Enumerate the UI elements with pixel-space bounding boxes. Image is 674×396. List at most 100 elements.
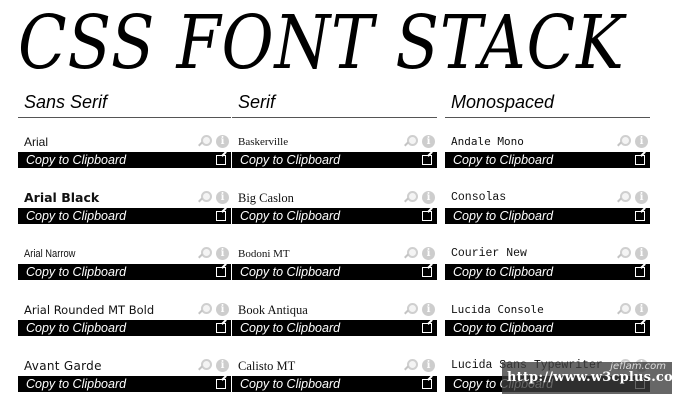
external-link-icon [422,211,432,221]
copy-label: Copy to Clipboard [453,265,554,279]
magnifier-icon[interactable] [616,247,631,260]
font-item-icons: i [616,303,648,317]
copy-to-clipboard-button[interactable]: Copy to Clipboard [445,152,650,168]
font-item-big-caslon: Big Caslon i Copy to Clipboard [232,189,437,229]
magnifier-icon[interactable] [403,135,418,148]
copy-to-clipboard-button[interactable]: Copy to Clipboard [18,264,231,280]
magnifier-icon[interactable] [197,135,212,148]
font-name: Arial Black [24,190,100,205]
copy-label: Copy to Clipboard [240,265,341,279]
external-link-icon [635,323,645,333]
copy-to-clipboard-button[interactable]: Copy to Clipboard [232,208,437,224]
copy-to-clipboard-button[interactable]: Copy to Clipboard [445,208,650,224]
font-item-icons: i [197,247,229,261]
magnifier-icon[interactable] [197,359,212,372]
copy-to-clipboard-button[interactable]: Copy to Clipboard [18,208,231,224]
info-icon[interactable]: i [216,359,229,372]
copy-to-clipboard-button[interactable]: Copy to Clipboard [445,320,650,336]
magnifier-icon[interactable] [616,191,631,204]
copy-to-clipboard-button[interactable]: Copy to Clipboard [232,320,437,336]
font-item-courier-new: Courier New i Copy to Clipboard [445,245,650,285]
font-item-arial-rounded-mt-bold: Arial Rounded MT Bold i Copy to Clipboar… [18,301,231,341]
font-name: Lucida Console [451,303,544,316]
info-icon[interactable]: i [422,135,435,148]
external-link-icon [422,155,432,165]
info-icon[interactable]: i [635,247,648,260]
copy-label: Copy to Clipboard [240,153,341,167]
font-name: Baskerville [238,136,289,148]
info-icon[interactable]: i [216,303,229,316]
copy-to-clipboard-button[interactable]: Copy to Clipboard [18,376,231,392]
info-icon[interactable]: i [635,135,648,148]
column-monospaced: Monospaced Andale Mono i Copy to Clipboa… [445,90,650,392]
copy-label: Copy to Clipboard [453,209,554,223]
magnifier-icon[interactable] [197,191,212,204]
copy-to-clipboard-button[interactable]: Copy to Clipboard [232,264,437,280]
magnifier-icon[interactable] [403,247,418,260]
font-item-avant-garde: Avant Garde i Copy to Clipboard [18,357,231,396]
external-link-icon [216,155,226,165]
font-name: Calisto MT [238,359,296,373]
font-item-icons: i [403,303,435,317]
font-item-icons: i [197,135,229,149]
font-name: Big Caslon [238,191,294,205]
copy-label: Copy to Clipboard [26,321,127,335]
font-item-consolas: Consolas i Copy to Clipboard [445,189,650,229]
font-item-arial: Arial i Copy to Clipboard [18,133,231,173]
info-icon[interactable]: i [216,135,229,148]
magnifier-icon[interactable] [616,135,631,148]
info-icon[interactable]: i [422,247,435,260]
info-icon[interactable]: i [635,303,648,316]
copy-label: Copy to Clipboard [453,321,554,335]
info-icon[interactable]: i [422,359,435,372]
font-item-icons: i [403,247,435,261]
magnifier-icon[interactable] [197,303,212,316]
page-title: CSS FONT STACK [18,0,625,86]
font-name: Arial Rounded MT Bold [24,303,155,317]
copy-to-clipboard-button[interactable]: Copy to Clipboard [18,152,231,168]
copy-to-clipboard-button[interactable]: Copy to Clipboard [445,264,650,280]
external-link-icon [216,379,226,389]
external-link-icon [216,211,226,221]
font-item-icons: i [616,191,648,205]
font-item-icons: i [616,247,648,261]
copy-label: Copy to Clipboard [240,321,341,335]
font-item-icons: i [197,303,229,317]
font-item-arial-narrow: Arial Narrow i Copy to Clipboard [18,245,231,285]
font-name: Avant Garde [24,359,102,373]
font-item-book-antiqua: Book Antiqua i Copy to Clipboard [232,301,437,341]
copy-to-clipboard-button[interactable]: Copy to Clipboard [232,376,437,392]
copy-to-clipboard-button[interactable]: Copy to Clipboard [232,152,437,168]
column-heading: Sans Serif [18,90,231,118]
external-link-icon [216,267,226,277]
info-icon[interactable]: i [216,191,229,204]
copy-label: Copy to Clipboard [26,153,127,167]
font-item-bodoni-mt: Bodoni MT i Copy to Clipboard [232,245,437,285]
info-icon[interactable]: i [422,191,435,204]
magnifier-icon[interactable] [403,191,418,204]
font-item-lucida-console: Lucida Console i Copy to Clipboard [445,301,650,341]
magnifier-icon[interactable] [616,303,631,316]
font-name: Bodoni MT [238,248,290,260]
font-item-icons: i [403,135,435,149]
copy-label: Copy to Clipboard [26,209,127,223]
magnifier-icon[interactable] [403,303,418,316]
font-item-icons: i [616,135,648,149]
font-item-calisto-mt: Calisto MT i Copy to Clipboard [232,357,437,396]
font-item-icons: i [403,191,435,205]
copy-label: Copy to Clipboard [240,209,341,223]
external-link-icon [635,211,645,221]
external-link-icon [422,323,432,333]
copy-label: Copy to Clipboard [453,153,554,167]
font-item-andale-mono: Andale Mono i Copy to Clipboard [445,133,650,173]
info-icon[interactable]: i [422,303,435,316]
copy-label: Copy to Clipboard [240,377,341,391]
watermark: jeflam.com http://www.w3cplus.com [502,361,674,394]
column-heading: Serif [232,90,437,118]
info-icon[interactable]: i [635,191,648,204]
info-icon[interactable]: i [216,247,229,260]
magnifier-icon[interactable] [197,247,212,260]
copy-to-clipboard-button[interactable]: Copy to Clipboard [18,320,231,336]
magnifier-icon[interactable] [403,359,418,372]
font-name: Courier New [451,247,527,260]
